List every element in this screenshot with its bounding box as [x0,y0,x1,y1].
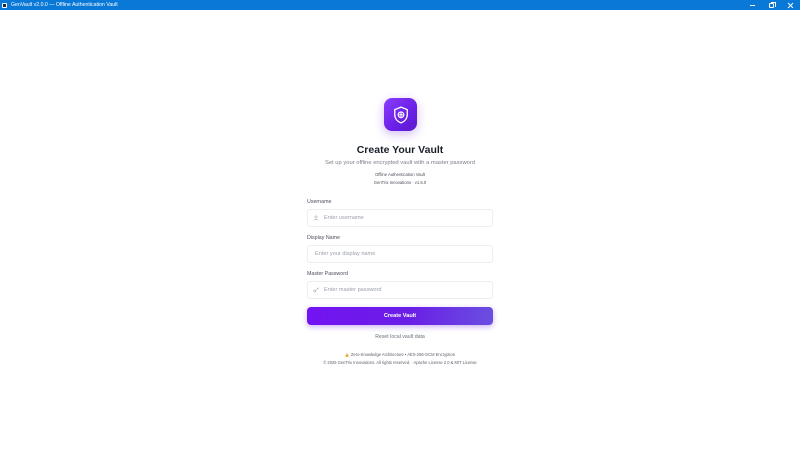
reset-vault-link[interactable]: Reset local vault data [375,334,425,340]
page-subtitle: Set up your offline encrypted vault with… [324,160,476,166]
username-label: Username [307,199,332,205]
product-line: Offline Authentication Vault [375,172,425,177]
vault-logo [384,98,417,131]
username-input[interactable] [324,215,484,221]
maximize-button[interactable] [761,0,781,10]
reset-link-row: Reset local vault data [0,334,800,340]
app-icon [2,2,7,8]
master-password-input[interactable] [324,287,484,293]
company-version-line: GenTrix Innovations · v1.5.0 [373,180,427,185]
page-title: Create Your Vault [356,144,444,156]
window-title: GenVault v2.0.0 — Offline Authentication… [11,2,118,8]
title-bar: GenVault v2.0.0 — Offline Authentication… [0,0,800,10]
security-note: Zero-Knowledge Architecture • AES-256-GC… [350,352,456,357]
close-button[interactable] [780,0,800,10]
master-password-label: Master Password [307,271,348,277]
shield-icon [393,105,408,124]
display-name-field-wrapper[interactable] [307,245,493,263]
display-name-label: Display Name [307,235,340,241]
close-icon [787,2,793,8]
minimize-button[interactable] [742,0,762,10]
username-field-wrapper[interactable] [307,209,493,227]
copyright-text: © 2025 GenTrix Innovations. All rights r… [323,360,477,365]
minimize-icon [749,4,755,6]
maximize-icon [768,1,776,8]
display-name-input[interactable] [315,251,475,257]
security-note-row: Zero-Knowledge Architecture • AES-256-GC… [0,352,800,357]
user-icon [313,215,319,221]
master-password-field-wrapper[interactable] [307,281,493,299]
create-vault-button[interactable]: Create Vault [307,307,493,325]
key-icon [313,287,319,293]
lock-icon [345,352,349,357]
